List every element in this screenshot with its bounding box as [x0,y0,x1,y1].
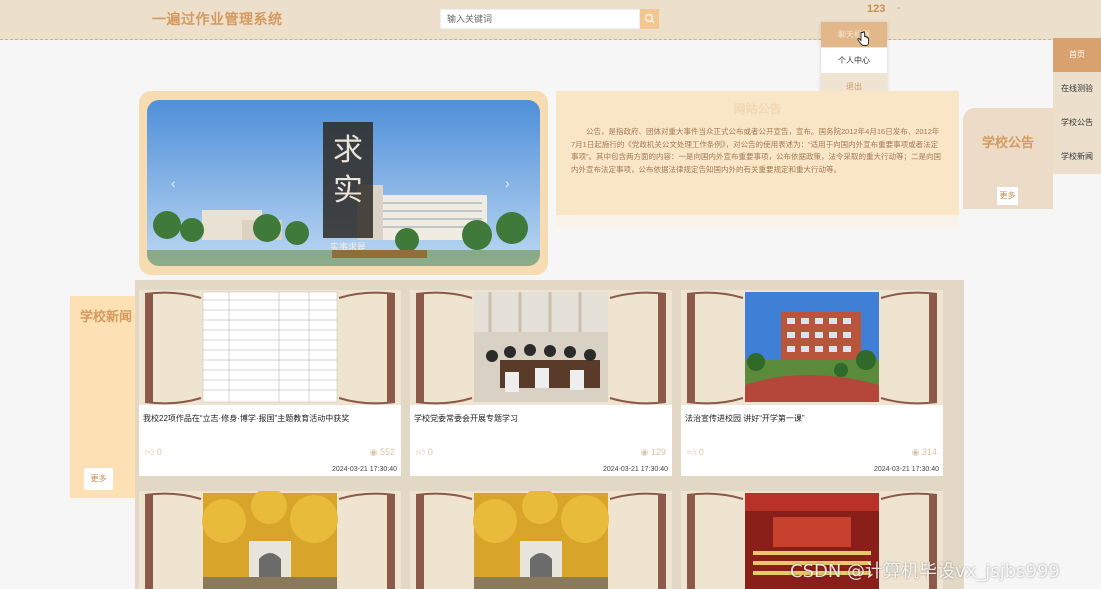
nav-school-notice[interactable]: 学校公告 [1053,106,1101,140]
news-card-title[interactable]: 学校党委常委会开展专题学习 [414,412,666,425]
nav-home[interactable]: 首页 [1053,38,1101,72]
menu-item-profile[interactable]: 个人中心 [821,48,887,73]
username-label[interactable]: 123 [867,3,885,15]
news-card-views: ◉ 552 [369,447,395,457]
carousel-next-arrow[interactable]: › [505,175,510,191]
news-card-title[interactable]: 我校22项作品在“立志·修身·博学·报国”主题教育活动中获奖 [143,412,395,425]
search-button[interactable] [640,9,659,29]
search-input[interactable]: 输入关键词 [440,9,640,29]
user-dropdown-menu: 聊天机器 个人中心 退出 [821,22,887,100]
news-card-title[interactable]: 法治宣传进校园 讲好“开学第一课” [685,412,937,425]
news-card-views: ◉ 129 [640,447,666,457]
likes-count: 0 [427,447,433,457]
site-title[interactable]: 一遍过作业管理系统 [152,9,283,29]
svg-text:实: 实 [333,173,363,208]
news-card[interactable]: 法治宣传进校园 讲好“开学第一课” 👍︎ 0 ◉ 314 2024-03-21 … [681,290,943,476]
svg-text:求: 求 [333,133,363,168]
views-count: 129 [650,447,666,457]
news-card-date: 2024-03-21 17:30:40 [874,466,939,473]
news-more-button[interactable]: 更多 [84,468,113,490]
nav-school-news[interactable]: 学校新闻 [1053,140,1101,174]
news-card[interactable]: 我校22项作品在“立志·修身·博学·报国”主题教育活动中获奖 👍︎ 0 ◉ 55… [139,290,401,476]
carousel-image[interactable]: 求 实 实事求是 ‹ › [147,100,540,266]
news-card[interactable] [139,488,401,589]
school-notice-panel: 学校公告 更多 [963,108,1053,209]
news-card[interactable]: 学校党委常委会开展专题学习 👍︎ 0 ◉ 129 2024-03-21 17:3… [410,290,672,476]
top-header: 一遍过作业管理系统 输入关键词 123 - [0,0,1101,40]
announcement-panel: 网站公告 公告，是指政府、团体对重大事件当众正式公布或者公开宣告，宣布。国务院2… [556,91,959,215]
news-section-title: 学校新闻 [80,309,133,324]
announcement-title: 网站公告 [733,102,782,116]
news-card-image [139,488,401,589]
news-card-views: ◉ 314 [911,447,937,457]
search-icon [644,13,655,24]
announcement-body: 公告，是指政府、团体对重大事件当众正式公布或者公开宣告，宣布。国务院2012年4… [571,127,941,174]
carousel-prev-arrow[interactable]: ‹ [171,175,176,191]
likes-count: 0 [156,447,162,457]
watermark-text: CSDN @计算机毕设vx_jsjbs999 [790,561,1060,582]
hand-cursor-icon [857,31,869,46]
views-count: 314 [921,447,937,457]
news-card[interactable] [410,488,672,589]
news-card-image [410,290,672,405]
school-notice-more-button[interactable]: 更多 [997,187,1018,205]
campus-photo: 求 实 实事求是 [147,100,540,266]
menu-item-chatbot[interactable]: 聊天机器 [821,22,887,47]
right-nav: 首页 在线测验 学校公告 学校新闻 [1053,38,1101,174]
school-notice-title: 学校公告 [981,135,1034,150]
news-card-likes[interactable]: 👍︎ 0 [145,447,162,458]
news-card-image [139,290,401,405]
news-side-panel: 学校新闻 更多 [70,296,136,498]
news-card-likes[interactable]: 👍︎ 0 [416,447,433,458]
likes-count: 0 [698,447,704,457]
news-card-image [681,290,943,405]
news-card-likes[interactable]: 👍︎ 0 [687,447,704,458]
news-card-image [410,488,672,589]
nav-online-quiz[interactable]: 在线测验 [1053,72,1101,106]
news-card-date: 2024-03-21 17:30:40 [332,466,397,473]
news-card-date: 2024-03-21 17:30:40 [603,466,668,473]
views-count: 552 [379,447,395,457]
news-grid: 我校22项作品在“立志·修身·博学·报国”主题教育活动中获奖 👍︎ 0 ◉ 55… [135,280,964,589]
announcement-footer [556,215,959,229]
carousel-container: 求 实 实事求是 ‹ › [139,91,548,275]
user-separator: - [897,3,901,14]
